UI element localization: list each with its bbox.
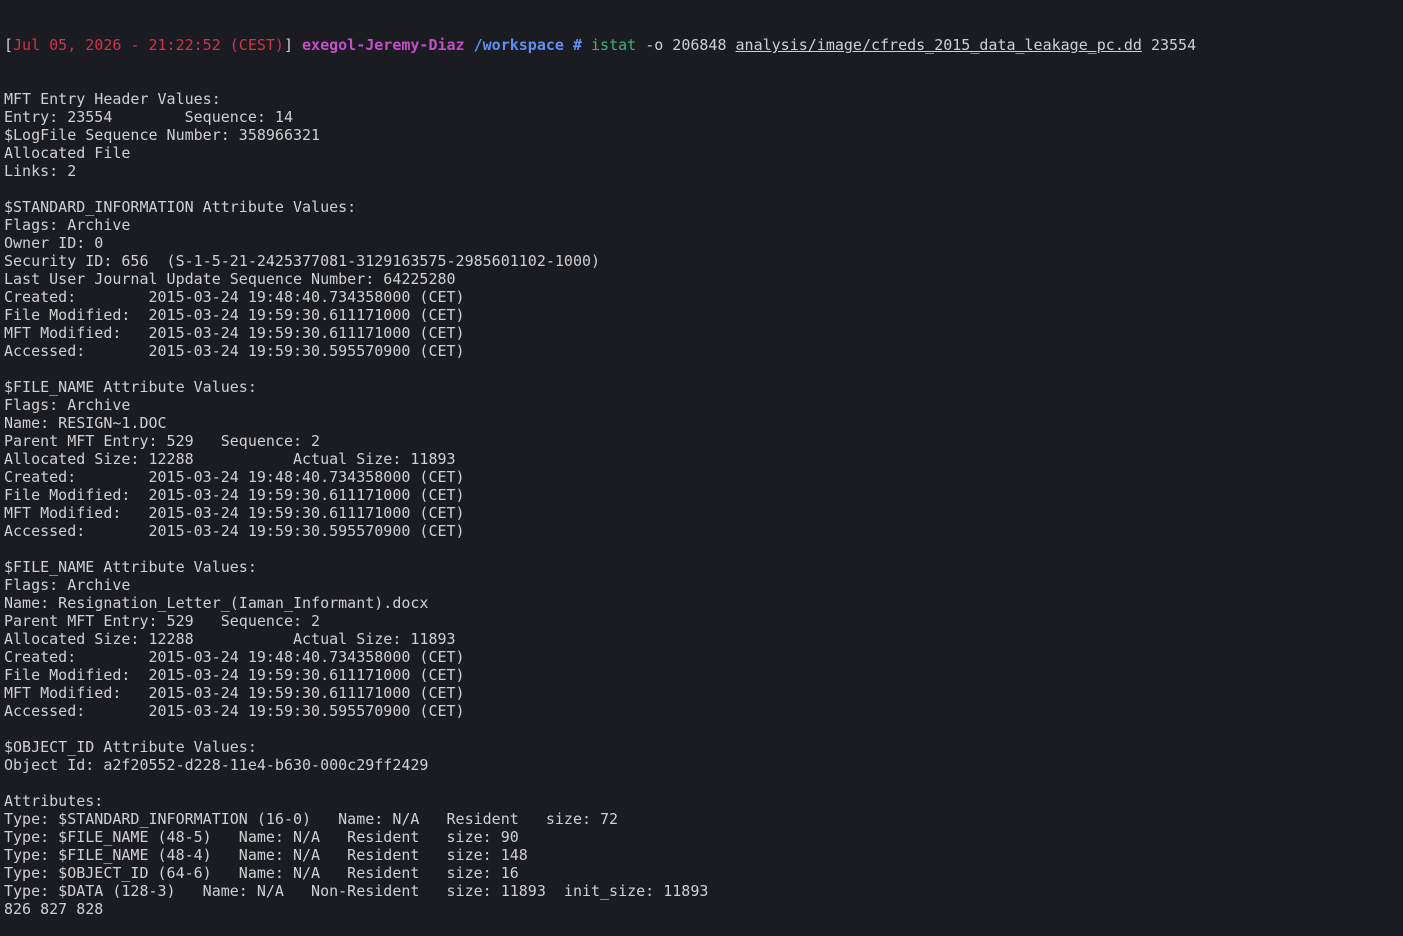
terminal-window[interactable]: [Jul 05, 2026 - 21:22:52 (CEST)] exegol-… [4, 0, 1399, 918]
output-line: MFT Modified: 2015-03-24 19:59:30.611171… [4, 504, 465, 522]
prompt-cwd: /workspace # [473, 36, 582, 54]
output-line: Created: 2015-03-24 19:48:40.734358000 (… [4, 468, 465, 486]
prompt-host: exegol-Jeremy-Diaz [302, 36, 465, 54]
prompt-line: [Jul 05, 2026 - 21:22:52 (CEST)] exegol-… [4, 36, 1399, 54]
prompt-open-bracket: [ [4, 36, 14, 54]
output-line: MFT Entry Header Values: [4, 90, 221, 108]
output-line: File Modified: 2015-03-24 19:59:30.61117… [4, 306, 465, 324]
output-line: Entry: 23554 Sequence: 14 [4, 108, 293, 126]
output-line: Created: 2015-03-24 19:48:40.734358000 (… [4, 648, 465, 666]
output-line: $STANDARD_INFORMATION Attribute Values: [4, 198, 357, 216]
prompt-close-bracket: ] [283, 36, 293, 54]
output-line: Allocated Size: 12288 Actual Size: 11893 [4, 450, 456, 468]
output-line: Last User Journal Update Sequence Number… [4, 270, 456, 288]
command-image-path[interactable]: analysis/image/cfreds_2015_data_leakage_… [736, 36, 1142, 54]
command-output: MFT Entry Header Values: Entry: 23554 Seq… [4, 90, 1399, 918]
command-name: istat [591, 36, 637, 54]
output-line: Name: RESIGN~1.DOC [4, 414, 167, 432]
output-line: Created: 2015-03-24 19:48:40.734358000 (… [4, 288, 465, 306]
command-options: -o 206848 [645, 36, 727, 54]
output-line: Allocated Size: 12288 Actual Size: 11893 [4, 630, 456, 648]
output-line: Owner ID: 0 [4, 234, 104, 252]
output-line: $OBJECT_ID Attribute Values: [4, 738, 257, 756]
output-line: 826 827 828 [4, 900, 104, 918]
output-line: $FILE_NAME Attribute Values: [4, 378, 257, 396]
output-line: Parent MFT Entry: 529 Sequence: 2 [4, 432, 321, 450]
output-line: Flags: Archive [4, 576, 131, 594]
output-line: Name: Resignation_Letter_(Iaman_Informan… [4, 594, 429, 612]
output-line: Security ID: 656 (S-1-5-21-2425377081-31… [4, 252, 601, 270]
output-line: MFT Modified: 2015-03-24 19:59:30.611171… [4, 684, 465, 702]
output-line: Type: $FILE_NAME (48-5) Name: N/A Reside… [4, 828, 519, 846]
output-line: Flags: Archive [4, 396, 131, 414]
output-line: Accessed: 2015-03-24 19:59:30.595570900 … [4, 342, 465, 360]
output-line: $FILE_NAME Attribute Values: [4, 558, 257, 576]
prompt-datetime: Jul 05, 2026 - 21:22:52 (CEST) [13, 36, 284, 54]
output-line: Type: $OBJECT_ID (64-6) Name: N/A Reside… [4, 864, 519, 882]
output-line: Object Id: a2f20552-d228-11e4-b630-000c2… [4, 756, 429, 774]
output-line: Flags: Archive [4, 216, 131, 234]
output-line: Parent MFT Entry: 529 Sequence: 2 [4, 612, 321, 630]
output-line: Accessed: 2015-03-24 19:59:30.595570900 … [4, 702, 465, 720]
command-inode: 23554 [1150, 36, 1197, 54]
output-line: Type: $DATA (128-3) Name: N/A Non-Reside… [4, 882, 709, 900]
output-line: File Modified: 2015-03-24 19:59:30.61117… [4, 666, 465, 684]
output-line: $LogFile Sequence Number: 358966321 [4, 126, 321, 144]
output-line: Type: $FILE_NAME (48-4) Name: N/A Reside… [4, 846, 528, 864]
output-line: Allocated File [4, 144, 131, 162]
output-line: File Modified: 2015-03-24 19:59:30.61117… [4, 486, 465, 504]
output-line: Type: $STANDARD_INFORMATION (16-0) Name:… [4, 810, 619, 828]
output-line: Links: 2 [4, 162, 77, 180]
output-line: Attributes: [4, 792, 104, 810]
output-line: Accessed: 2015-03-24 19:59:30.595570900 … [4, 522, 465, 540]
output-line: MFT Modified: 2015-03-24 19:59:30.611171… [4, 324, 465, 342]
